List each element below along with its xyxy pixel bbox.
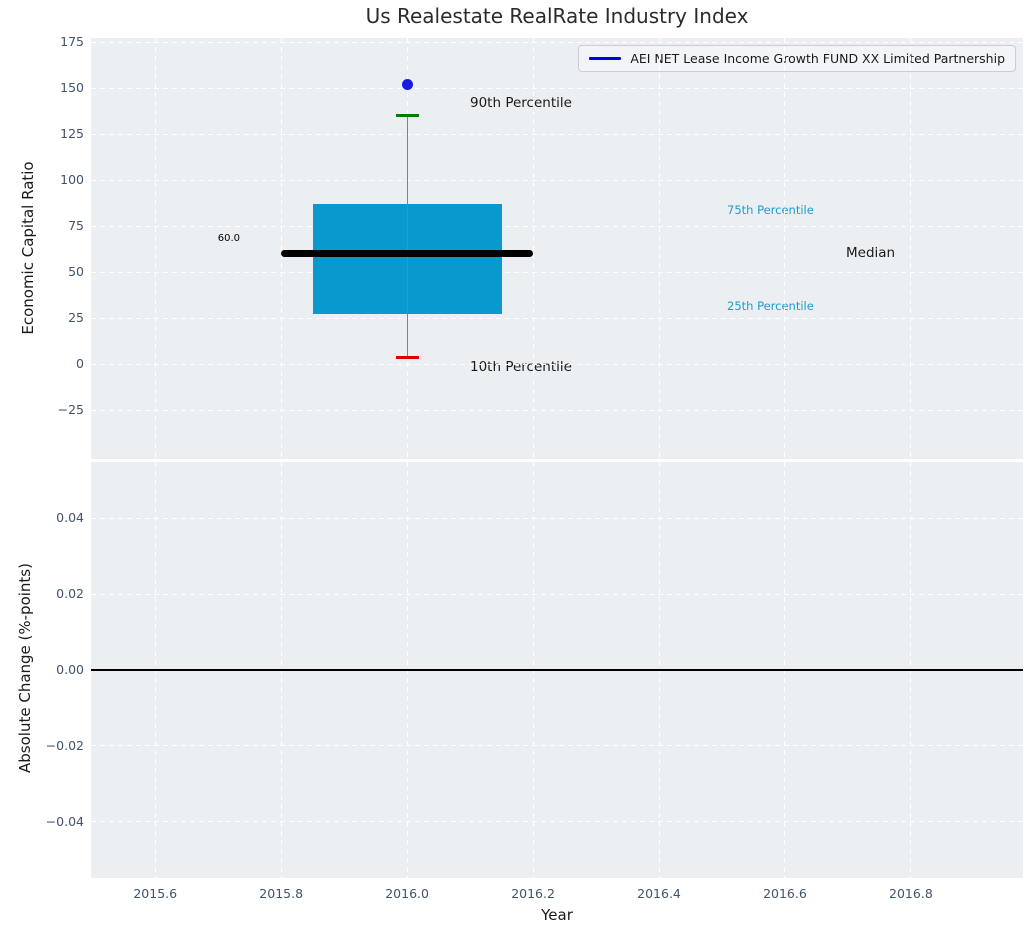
top-y-tick-label-50: 50 (68, 264, 84, 280)
top-y-tick-label-125: 125 (60, 126, 84, 142)
bottom-y-tick-label-0.02: 0.02 (56, 586, 84, 602)
annotation-25th-percentile: 25th Percentile (727, 299, 814, 313)
bottom-y-tick-label-0.04: 0.04 (56, 510, 84, 526)
top-y-tick-label-175: 175 (60, 34, 84, 50)
x-tick-label-2016.4: 2016.4 (637, 886, 681, 901)
gridline-horizontal-top-75 (91, 225, 1023, 227)
legend-entry-label: AEI NET Lease Income Growth FUND XX Limi… (630, 51, 1005, 66)
bottom-y-tick-label--0.02: −0.02 (45, 737, 84, 753)
top-y-tick-label-150: 150 (60, 80, 84, 96)
annotation-90th-percentile: 90th Percentile (470, 95, 572, 111)
top-y-tick-label-0: 0 (76, 356, 84, 372)
gridline-horizontal-top--25 (91, 409, 1023, 411)
gridline-horizontal-top-175 (91, 41, 1023, 43)
gridline-vertical-2016.2 (532, 38, 534, 459)
x-tick-label-2016.2: 2016.2 (511, 886, 555, 901)
fund-data-point-dot (401, 78, 413, 90)
bottom-y-tick-label--0.04: −0.04 (45, 813, 84, 829)
legend-box[interactable]: AEI NET Lease Income Growth FUND XX Limi… (578, 45, 1016, 72)
gridline-horizontal-bottom-0.04 (91, 517, 1023, 519)
gridline-horizontal-top-150 (91, 87, 1023, 89)
x-tick-label-2016.8: 2016.8 (889, 886, 933, 901)
top-y-axis-label: Economic Capital Ratio (19, 161, 37, 335)
annotation-median: Median (846, 245, 896, 261)
gridline-horizontal-bottom--0.04 (91, 821, 1023, 823)
gridline-horizontal-top-50 (91, 271, 1023, 273)
boxplot-90th-percentile-cap (395, 114, 419, 118)
bottom-y-tick-label-0: 0.00 (56, 662, 84, 677)
gridline-vertical-2016.8 (910, 38, 912, 459)
boxplot-whisker-line (406, 115, 408, 358)
x-tick-label-2015.8: 2015.8 (259, 886, 304, 901)
top-y-tick-label-25: 25 (68, 310, 84, 326)
annotation-75th-percentile: 75th Percentile (727, 203, 814, 217)
gridline-horizontal-top-125 (91, 133, 1023, 135)
chart-title: Us Realestate RealRate Industry Index (365, 4, 749, 28)
gridline-horizontal-top-0 (91, 363, 1023, 365)
x-tick-label-2016.6: 2016.6 (763, 886, 807, 901)
annotation-10th-percentile: 10th Percentile (470, 359, 572, 375)
gridline-vertical-2016.4 (658, 38, 660, 459)
gridline-vertical-2016.6 (784, 38, 786, 459)
annotation-median-value: 60.0 (217, 233, 240, 244)
top-y-tick-label--25: −25 (57, 402, 84, 418)
x-tick-label-2016.0: 2016.0 (385, 886, 429, 901)
boxplot-median-line (281, 250, 534, 258)
gridline-vertical-2015.6 (154, 38, 156, 459)
gridline-horizontal-bottom-0.02 (91, 593, 1023, 595)
gridline-vertical-2015.8 (280, 38, 282, 459)
gridline-horizontal-top-25 (91, 317, 1023, 319)
gridline-horizontal-bottom--0.02 (91, 745, 1023, 747)
zero-reference-line (91, 669, 1023, 671)
figure-canvas: Us Realestate RealRate Industry Index Ec… (0, 0, 1034, 942)
legend-line-sample (589, 57, 622, 60)
gridline-horizontal-top-100 (91, 179, 1023, 181)
boxplot-10th-percentile-cap (395, 356, 419, 360)
top-y-tick-label-100: 100 (60, 172, 84, 188)
x-tick-label-2015.6: 2015.6 (133, 886, 178, 901)
x-axis-label: Year (541, 906, 573, 924)
top-y-tick-label-75: 75 (68, 218, 84, 234)
